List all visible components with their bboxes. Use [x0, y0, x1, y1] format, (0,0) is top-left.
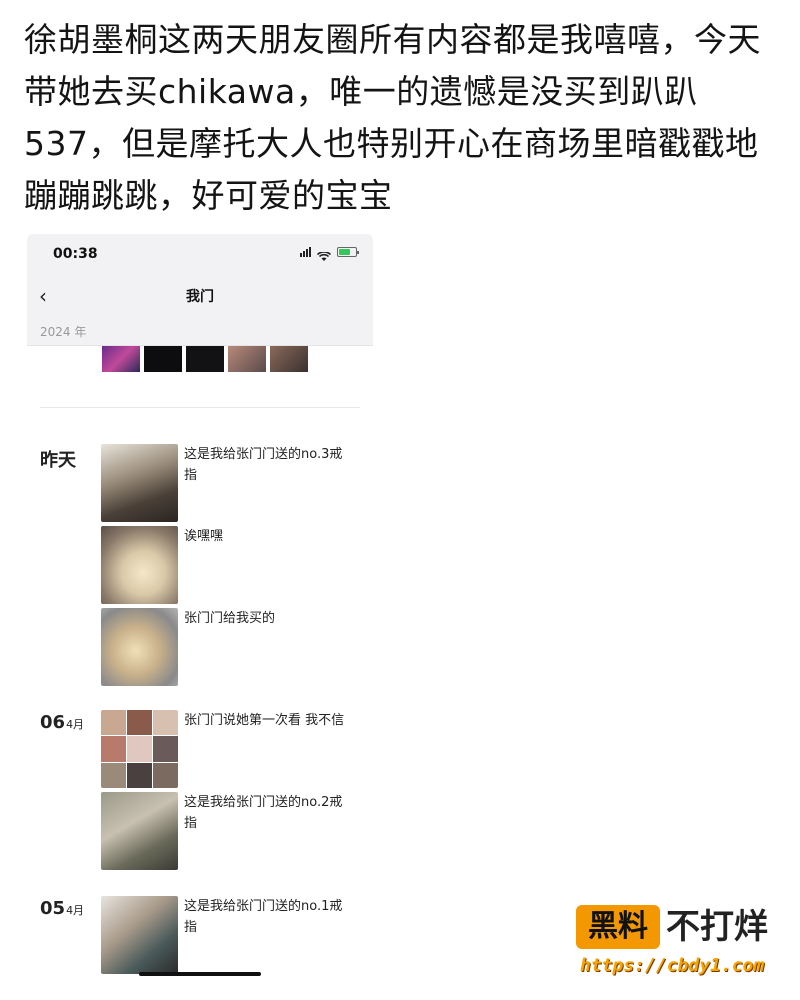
photo-thumbnail[interactable]	[101, 608, 178, 686]
watermark-text: 不打烊	[666, 907, 768, 947]
photo-thumbnail[interactable]	[228, 346, 266, 372]
signal-icon	[300, 247, 311, 257]
watermark-url: https://cbdy1.com	[580, 955, 765, 976]
moment-post[interactable]: 这是我给张门门送的no.1戒指	[101, 896, 361, 974]
photo-thumbnail[interactable]	[144, 346, 182, 372]
status-icons	[300, 247, 359, 261]
date-label: 064月	[40, 712, 84, 733]
post-text: 这是我给张门门送的no.3戒指	[184, 447, 343, 483]
moment-post[interactable]: 诶嘿嘿	[101, 526, 361, 604]
post-text: 这是我给张门门送的no.2戒指	[184, 795, 343, 831]
photo-thumbnail[interactable]	[101, 444, 178, 522]
moment-post[interactable]: 这是我给张门门送的no.2戒指	[101, 792, 361, 870]
watermark-logo: 黑料 不打烊 https://cbdy1.com	[576, 905, 786, 985]
photo-thumbnail[interactable]	[186, 346, 224, 372]
photo-thumbnail[interactable]	[102, 346, 140, 372]
date-label: 054月	[40, 898, 84, 919]
year-header: 2024 年	[27, 316, 373, 346]
photo-thumbnail[interactable]	[101, 526, 178, 604]
date-day: 05	[40, 898, 66, 919]
post-text: 张门门说她第一次看 我不信	[184, 713, 345, 728]
status-time: 00:38	[53, 246, 98, 262]
home-indicator[interactable]	[139, 972, 261, 976]
moment-post[interactable]: 张门门给我买的	[101, 608, 361, 686]
wifi-icon	[316, 247, 332, 261]
post-text: 诶嘿嘿	[184, 529, 224, 544]
status-bar: 00:38	[27, 234, 373, 276]
previous-post-thumbnails[interactable]	[102, 346, 308, 372]
divider	[40, 407, 360, 408]
photo-thumbnail[interactable]	[270, 346, 308, 372]
photo-grid-thumbnail[interactable]	[101, 710, 178, 788]
date-month: 4月	[66, 718, 85, 731]
year-label: 2024 年	[40, 325, 87, 339]
post-text: 张门门给我买的	[184, 611, 276, 626]
nav-bar: ‹ 我门	[27, 276, 373, 316]
moment-post[interactable]: 张门门说她第一次看 我不信	[101, 710, 361, 788]
phone-screenshot: 00:38 ‹ 我门 2024 年 昨天 这是我给张门门送的no.3戒指 诶嘿嘿…	[27, 234, 373, 1000]
post-caption: 徐胡墨桐这两天朋友圈所有内容都是我嘻嘻，今天带她去买chikawa，唯一的遗憾是…	[24, 20, 761, 215]
date-month: 4月	[66, 904, 85, 917]
page-title: 我门	[186, 289, 214, 305]
photo-thumbnail[interactable]	[101, 792, 178, 870]
date-day: 06	[40, 712, 66, 733]
post-text: 这是我给张门门送的no.1戒指	[184, 899, 343, 935]
moment-post[interactable]: 这是我给张门门送的no.3戒指	[101, 444, 361, 522]
watermark-box: 黑料	[576, 905, 660, 949]
photo-thumbnail[interactable]	[101, 896, 178, 974]
date-label: 昨天	[40, 450, 76, 471]
battery-charging-icon	[337, 247, 359, 257]
